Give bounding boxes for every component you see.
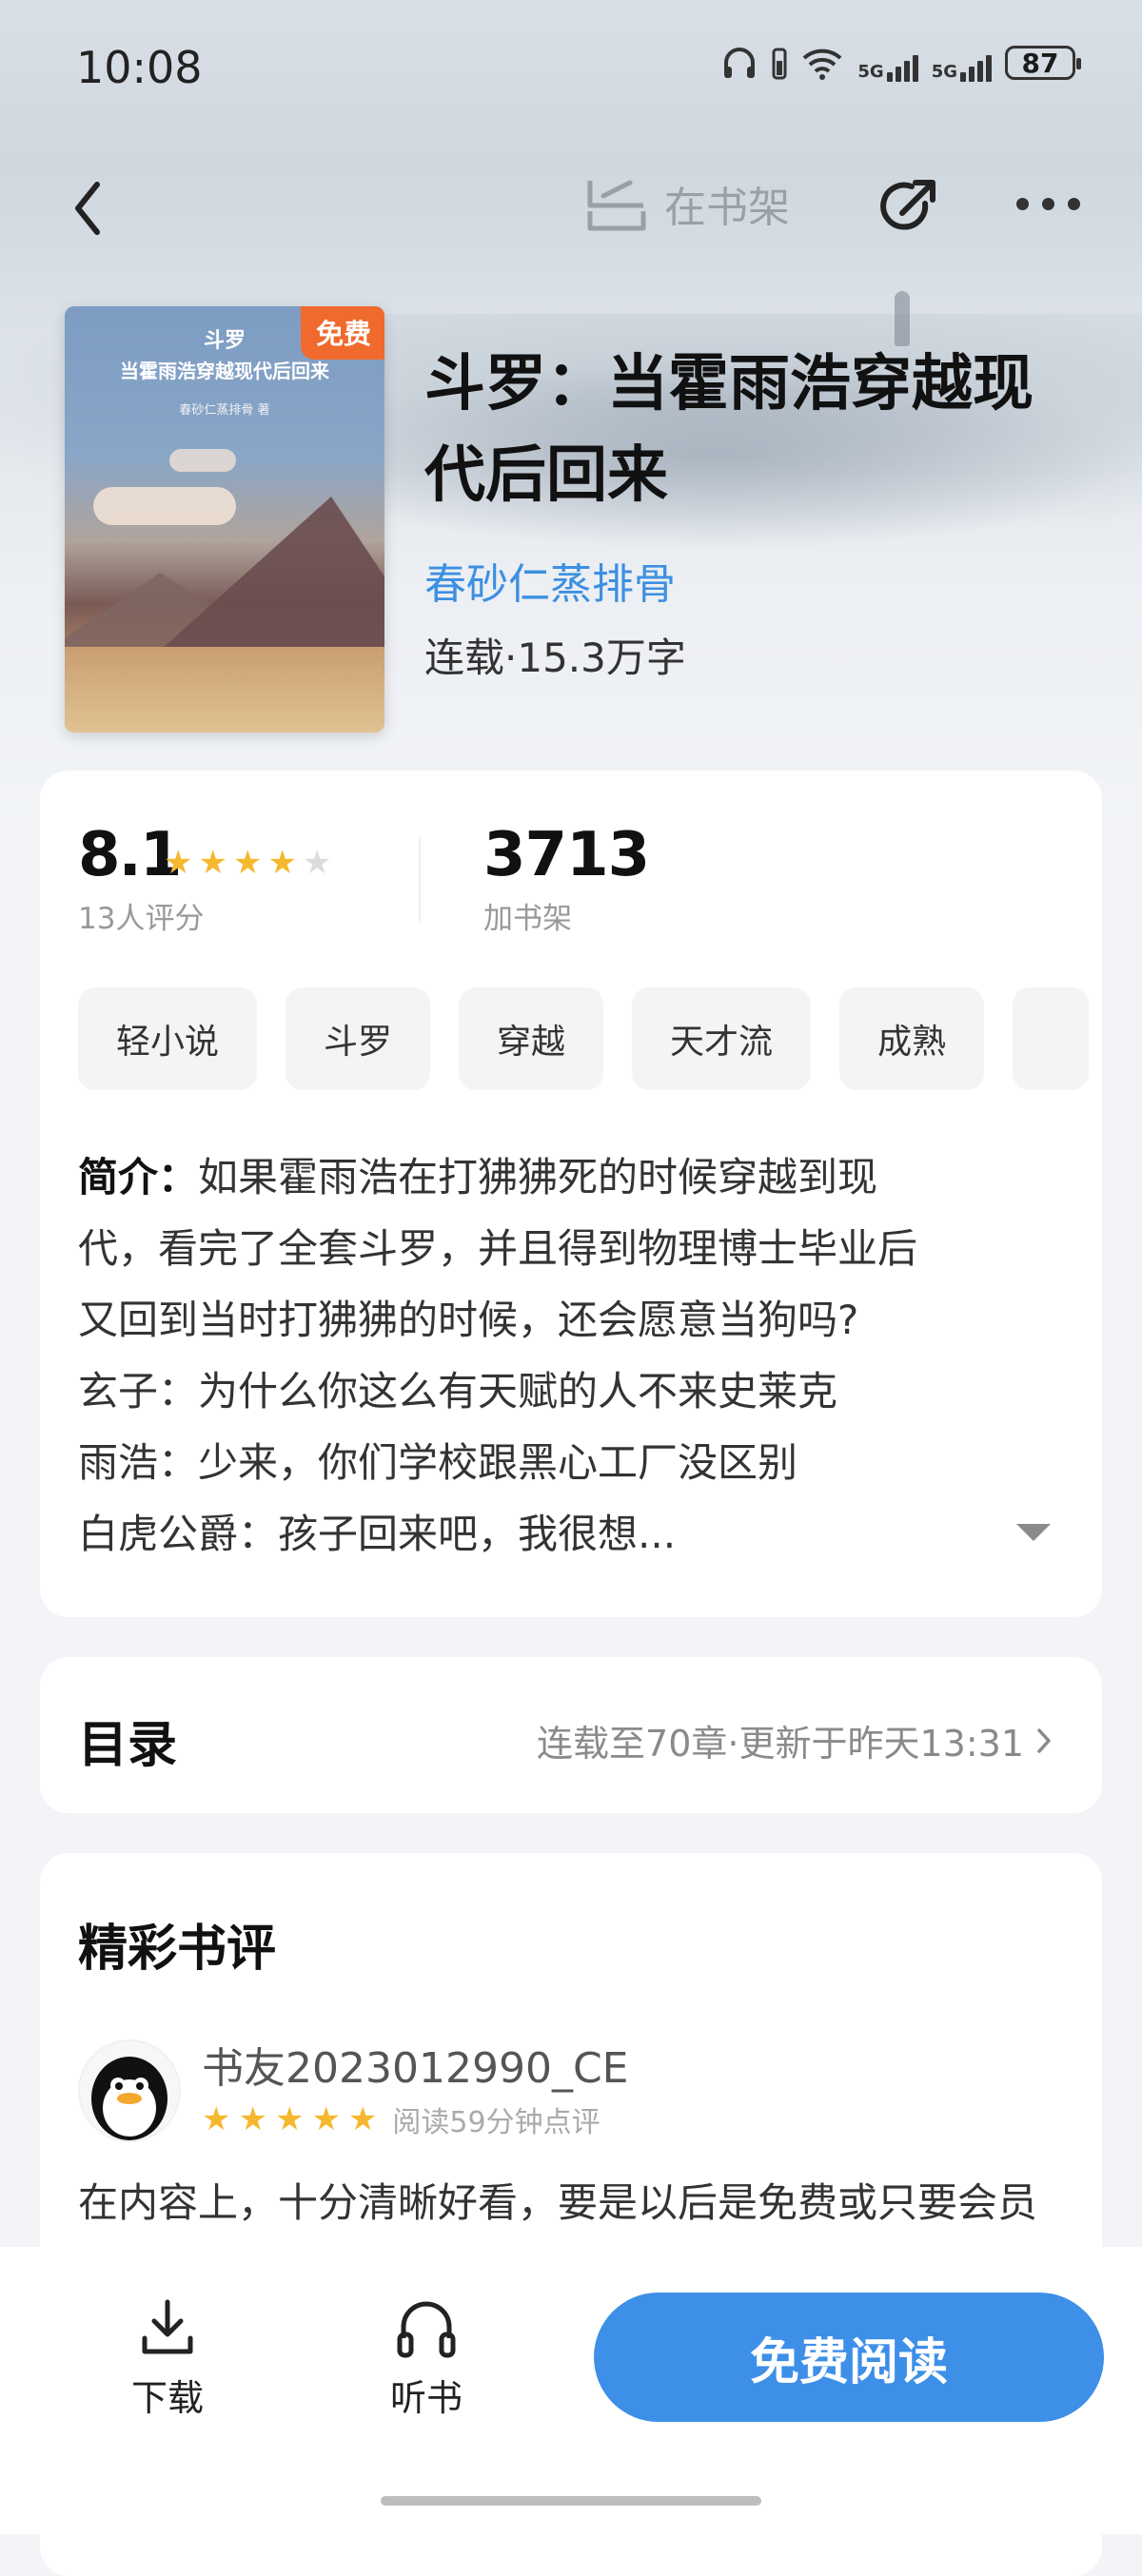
reviews-title: 精彩书评 [78, 1921, 277, 1978]
catalog-title: 目录 [78, 1717, 178, 1774]
catalog-row[interactable]: 目录 连载至70章·更新于昨天13:31 [40, 1657, 1102, 1813]
synopsis-line: 玄子：为什么你这么有天赋的人不来史莱克 [78, 1368, 838, 1415]
star-icon: ★ [347, 2100, 378, 2138]
book-info-card: 8.1 ★ ★ ★ ★ ★ 13人评分 3713 加书架 轻小说 斗罗 穿越 天… [40, 771, 1102, 1617]
tag-chip[interactable]: 穿越 [459, 987, 604, 1090]
free-badge: 免费 [300, 306, 384, 360]
synopsis-line: 又回到当时打狒狒的时候，还会愿意当狗吗? [78, 1297, 859, 1343]
star-icon: ★ [164, 844, 193, 882]
listen-button[interactable]: 听书 [369, 2294, 483, 2421]
status-time: 10:08 [76, 42, 203, 93]
review-read-time: 阅读59分钟点评 [392, 2106, 601, 2139]
book-author-link[interactable]: 春砂仁蒸排骨 [424, 550, 676, 611]
catalog-info: 连载至70章·更新于昨天13:31 [537, 1714, 1053, 1766]
more-options-icon[interactable] [1016, 198, 1080, 210]
rating-count-label: 13人评分 [78, 902, 205, 936]
bottom-action-bar: 下载 听书 免费阅读 [0, 2247, 1142, 2534]
battery-indicator: 87 [1005, 46, 1081, 80]
headphones-icon [724, 48, 756, 78]
signal-1-icon: 5G [857, 44, 918, 82]
stats-divider [419, 837, 421, 923]
avatar[interactable] [80, 2041, 179, 2140]
star-icon: ★ [198, 844, 227, 882]
listen-label: 听书 [389, 2377, 463, 2419]
synopsis-line: 如果霍雨浩在打狒狒死的时候穿越到现 [198, 1154, 878, 1200]
book-meta: 连载·15.3万字 [424, 634, 686, 681]
book-title: 斗罗：当霍雨浩穿越现代后回来 [424, 349, 1034, 511]
shelf-count: 3713 [483, 820, 650, 890]
rating-stars: ★ ★ ★ ★ ★ [164, 847, 331, 879]
headphones-icon [397, 2301, 456, 2358]
star-icon: ★ [238, 2100, 267, 2138]
tag-chip[interactable]: 轻小说 [78, 987, 258, 1090]
synopsis[interactable]: 简介：如果霍雨浩在打狒狒死的时候穿越到现 代，看完了全套斗罗，并且得到物理博士毕… [78, 1142, 1058, 1570]
cover-author: 春砂仁蒸排骨 著 [179, 403, 270, 418]
synopsis-line: 雨浩：少来，你们学校跟黑心工厂没区别 [78, 1439, 798, 1486]
star-icon: ★ [274, 2100, 305, 2138]
on-shelf-button[interactable]: 在书架 [584, 173, 790, 234]
tag-chip[interactable]: 斗罗 [286, 987, 431, 1090]
expand-synopsis-icon[interactable] [1016, 1524, 1051, 1541]
star-icon: ★ [267, 844, 297, 882]
star-icon: ★ [202, 2100, 231, 2138]
chevron-right-icon [1037, 1727, 1051, 1753]
reviewer-name[interactable]: 书友2023012990_CE [202, 2034, 628, 2095]
status-bar: 10:08 5G 5G 87 [0, 0, 1142, 143]
star-empty-icon: ★ [302, 844, 332, 882]
penguin-avatar-icon [80, 2041, 179, 2140]
battery-small-icon [772, 48, 787, 80]
download-label: 下载 [130, 2377, 204, 2419]
tag-chip[interactable]: 成熟 [839, 987, 985, 1090]
home-indicator[interactable] [381, 2496, 761, 2506]
synopsis-line: 代，看完了全套斗罗，并且得到物理博士毕业后 [78, 1225, 918, 1272]
share-icon[interactable] [874, 173, 942, 242]
back-icon[interactable] [67, 175, 108, 242]
cover-title-line-2: 当霍雨浩穿越现代后回来 [120, 360, 329, 382]
bookshelf-icon [587, 180, 646, 231]
book-cover[interactable]: 斗罗 当霍雨浩穿越现代后回来 春砂仁蒸排骨 著 免费 [65, 306, 384, 732]
synopsis-label: 简介： [78, 1154, 199, 1200]
tag-list: 轻小说 斗罗 穿越 天才流 成熟 [78, 987, 1102, 1092]
download-button[interactable]: 下载 [110, 2294, 225, 2421]
signal-2-icon: 5G [932, 44, 992, 82]
shelf-count-label: 加书架 [483, 902, 572, 936]
on-shelf-label: 在书架 [664, 184, 790, 232]
catalog-update-text: 连载至70章·更新于昨天13:31 [537, 1723, 1024, 1765]
free-read-button[interactable]: 免费阅读 [594, 2293, 1104, 2422]
synopsis-line: 白虎公爵：孩子回来吧，我很想... [78, 1511, 677, 1557]
tag-chip[interactable]: 天才流 [632, 987, 812, 1090]
wifi-icon [803, 49, 842, 80]
star-icon: ★ [232, 844, 263, 882]
download-icon [142, 2299, 193, 2354]
review-stars: ★ ★ ★ ★ ★ 阅读59分钟点评 [202, 2098, 601, 2140]
tag-chip-partial[interactable] [1013, 987, 1090, 1090]
status-icons: 5G 5G 87 [720, 44, 1081, 82]
star-icon: ★ [311, 2100, 341, 2138]
